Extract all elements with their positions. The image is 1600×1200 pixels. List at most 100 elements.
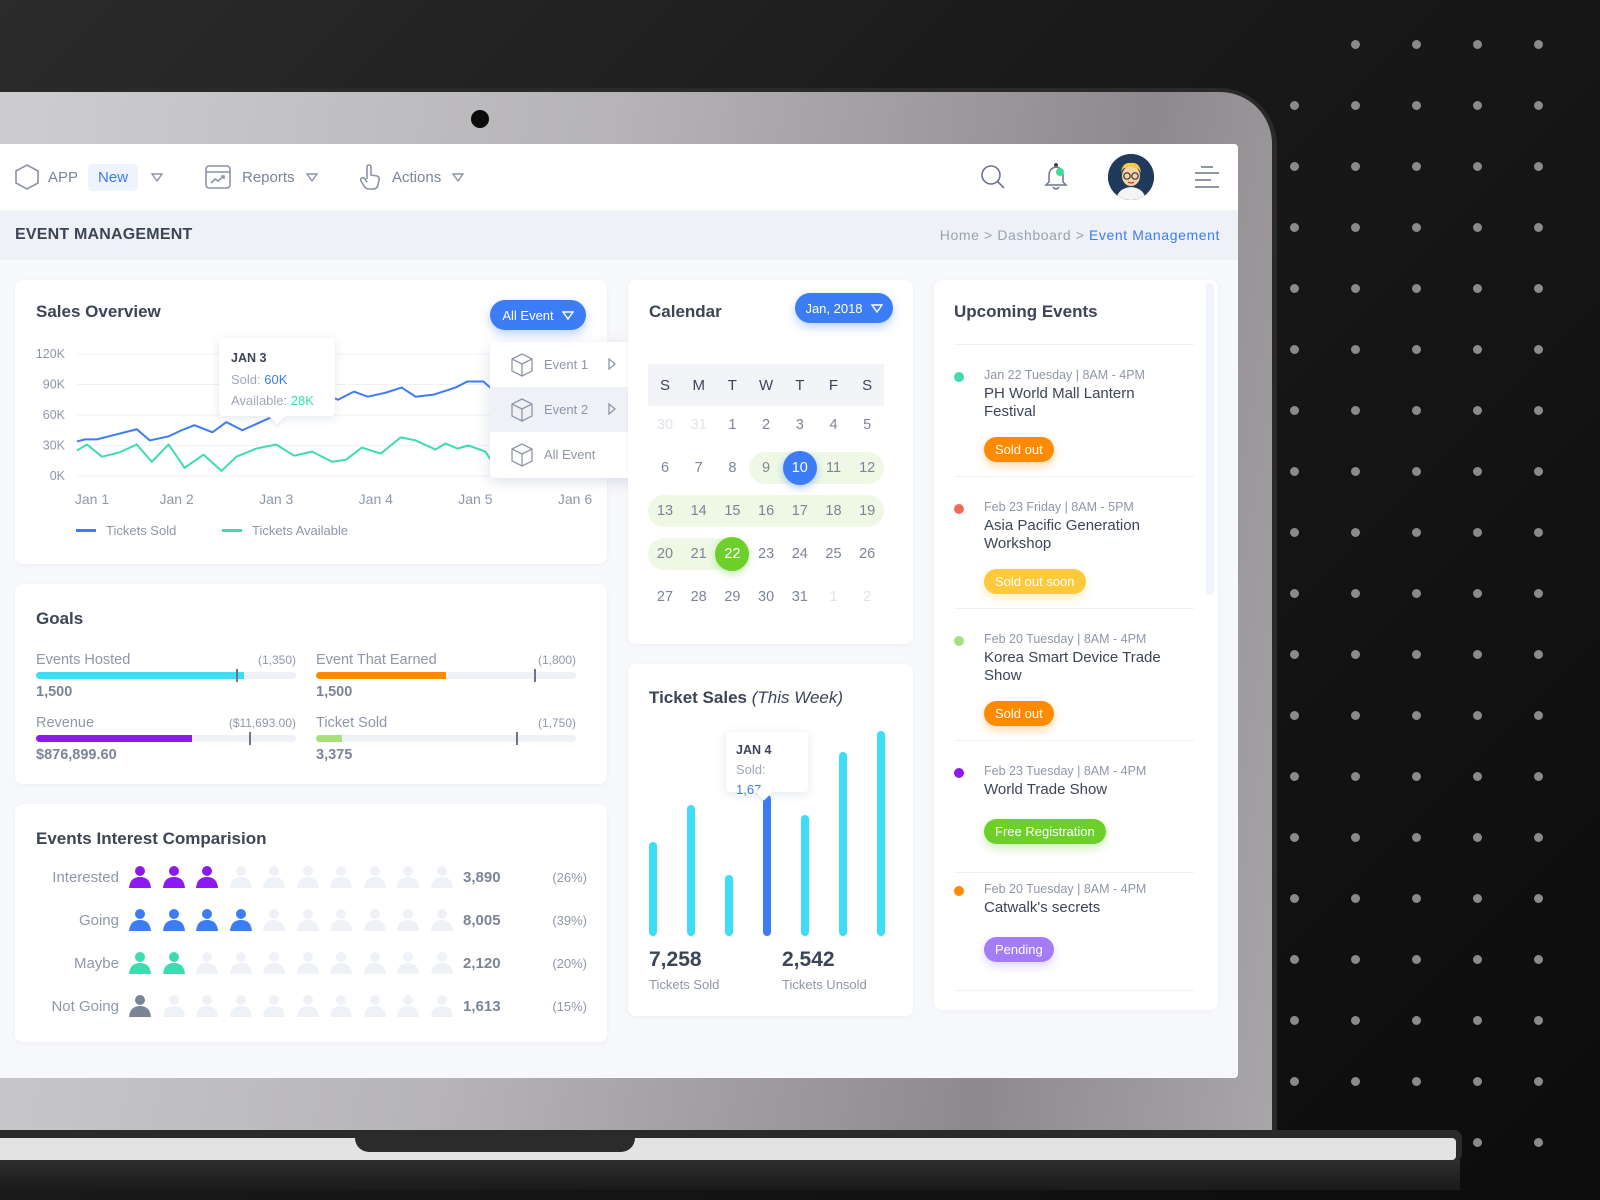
calendar-day[interactable]: 30 bbox=[648, 408, 682, 442]
calendar-day[interactable]: 17 bbox=[783, 494, 817, 528]
calendar-day[interactable]: 13 bbox=[648, 494, 682, 528]
calendar-day[interactable]: 5 bbox=[850, 408, 884, 442]
event-item[interactable]: Feb 20 Tuesday | 8AM - 4PM Korea Smart De… bbox=[934, 632, 1194, 752]
breadcrumb-separator: > bbox=[984, 227, 993, 243]
interest-percent: (15%) bbox=[552, 999, 587, 1014]
dropdown-item[interactable]: Event 1 bbox=[490, 342, 646, 387]
reports-menu[interactable]: Reports bbox=[204, 144, 319, 210]
bar[interactable] bbox=[649, 841, 657, 936]
calendar-day[interactable]: 10 bbox=[782, 451, 817, 485]
calendar-day[interactable]: 31 bbox=[682, 408, 716, 442]
calendar-day[interactable]: 26 bbox=[850, 537, 884, 571]
bar[interactable] bbox=[687, 804, 695, 936]
calendar-day[interactable]: 19 bbox=[850, 494, 884, 528]
bar[interactable] bbox=[839, 751, 847, 936]
caret-down-icon[interactable] bbox=[451, 172, 465, 182]
goal-target: (1,750) bbox=[537, 716, 576, 730]
event-item[interactable]: Jan 22 Tuesday | 8AM - 4PM PH World Mall … bbox=[934, 368, 1194, 488]
weekday-label: T bbox=[727, 376, 737, 394]
calendar-day[interactable]: 2 bbox=[850, 580, 884, 614]
background-dot bbox=[1473, 1138, 1482, 1147]
notifications-button[interactable] bbox=[1040, 160, 1074, 194]
calendar-day[interactable]: 4 bbox=[817, 408, 851, 442]
legend-tickets-sold[interactable]: Tickets Sold bbox=[76, 523, 176, 538]
calendar-day[interactable]: 1 bbox=[817, 580, 851, 614]
calendar-day[interactable]: 12 bbox=[850, 451, 884, 485]
calendar-day[interactable]: 24 bbox=[783, 537, 817, 571]
app-menu[interactable]: APP New bbox=[14, 144, 164, 210]
legend-tickets-available[interactable]: Tickets Available bbox=[222, 523, 348, 538]
person-icon bbox=[128, 864, 152, 893]
calendar-day[interactable]: 23 bbox=[749, 537, 783, 571]
calendar-day[interactable]: 30 bbox=[749, 580, 783, 614]
calendar-day[interactable]: 8 bbox=[715, 451, 749, 485]
laptop-base-edge bbox=[0, 1138, 1456, 1160]
calendar-day[interactable]: 18 bbox=[817, 494, 851, 528]
calendar-day[interactable]: 22 bbox=[715, 537, 750, 571]
calendar-day[interactable]: 20 bbox=[648, 537, 682, 571]
event-status-badge[interactable]: Sold out soon bbox=[984, 569, 1086, 594]
month-picker-button[interactable]: Jan, 2018 bbox=[795, 293, 893, 323]
event-status-badge[interactable]: Sold out bbox=[984, 701, 1054, 726]
bar[interactable] bbox=[801, 815, 809, 936]
dropdown-item[interactable]: All Event bbox=[490, 432, 646, 477]
background-dot bbox=[1290, 223, 1299, 232]
calendar-day[interactable]: 3 bbox=[783, 408, 817, 442]
y-tick-label: 90K bbox=[43, 378, 66, 392]
bar[interactable] bbox=[725, 874, 733, 936]
background-dot bbox=[1534, 345, 1543, 354]
interest-label: Not Going bbox=[51, 998, 119, 1015]
chevron-right-icon bbox=[608, 402, 626, 418]
person-icon bbox=[229, 993, 253, 1022]
divider bbox=[954, 608, 1194, 609]
calendar-day[interactable]: 7 bbox=[682, 451, 716, 485]
calendar-day[interactable]: 15 bbox=[715, 494, 749, 528]
menu-button[interactable] bbox=[1190, 160, 1224, 194]
bar[interactable] bbox=[877, 731, 885, 936]
tickets-unsold-label: Tickets Unsold bbox=[782, 977, 867, 992]
event-item[interactable]: Feb 23 Tuesday | 8AM - 4PM World Trade Sh… bbox=[934, 764, 1194, 884]
calendar-day[interactable]: 2 bbox=[749, 408, 783, 442]
calendar-day[interactable]: 9 bbox=[749, 451, 783, 485]
event-status-badge[interactable]: Free Registration bbox=[984, 819, 1106, 844]
calendar-day[interactable]: 6 bbox=[648, 451, 682, 485]
event-status-badge[interactable]: Sold out bbox=[984, 437, 1054, 462]
calendar-day[interactable]: 14 bbox=[682, 494, 716, 528]
calendar-day[interactable]: 29 bbox=[715, 580, 749, 614]
caret-down-icon[interactable] bbox=[305, 172, 319, 182]
background-dot bbox=[1412, 589, 1421, 598]
tooltip-sold-value: 60K bbox=[264, 372, 288, 387]
calendar-day[interactable]: 25 bbox=[817, 537, 851, 571]
dropdown-item[interactable]: Event 2 bbox=[490, 387, 646, 432]
avatar[interactable] bbox=[1108, 154, 1154, 200]
search-button[interactable] bbox=[976, 160, 1010, 194]
upcoming-events-scrollbar[interactable] bbox=[1206, 283, 1214, 595]
background-dot bbox=[1534, 406, 1543, 415]
background-dot bbox=[1412, 101, 1421, 110]
event-item[interactable]: Feb 20 Tuesday | 8AM - 4PM Catwalk's secr… bbox=[934, 882, 1194, 1002]
background-dot bbox=[1351, 223, 1360, 232]
new-badge[interactable]: New bbox=[88, 163, 139, 191]
event-item[interactable]: Feb 23 Friday | 8AM - 5PM Asia Pacific Ge… bbox=[934, 500, 1194, 620]
background-dot bbox=[1473, 833, 1482, 842]
background-dot bbox=[1412, 772, 1421, 781]
interest-percent: (39%) bbox=[552, 913, 587, 928]
bar-highlighted[interactable] bbox=[763, 794, 771, 936]
person-icon bbox=[229, 907, 253, 936]
breadcrumb-home[interactable]: Home bbox=[940, 227, 980, 243]
background-dot bbox=[1473, 284, 1482, 293]
calendar-day[interactable]: 16 bbox=[749, 494, 783, 528]
top-navigation: APP New Reports Actions bbox=[0, 144, 1238, 210]
calendar-day[interactable]: 21 bbox=[682, 537, 716, 571]
caret-down-icon[interactable] bbox=[150, 172, 164, 182]
event-status-badge[interactable]: Pending bbox=[984, 937, 1054, 962]
background-dot bbox=[1290, 345, 1299, 354]
background-dot bbox=[1534, 101, 1543, 110]
calendar-day[interactable]: 31 bbox=[783, 580, 817, 614]
calendar-day[interactable]: 28 bbox=[682, 580, 716, 614]
calendar-day[interactable]: 1 bbox=[715, 408, 749, 442]
calendar-day[interactable]: 11 bbox=[817, 451, 851, 485]
actions-menu[interactable]: Actions bbox=[358, 144, 465, 210]
breadcrumb-dashboard[interactable]: Dashboard bbox=[997, 227, 1071, 243]
calendar-day[interactable]: 27 bbox=[648, 580, 682, 614]
